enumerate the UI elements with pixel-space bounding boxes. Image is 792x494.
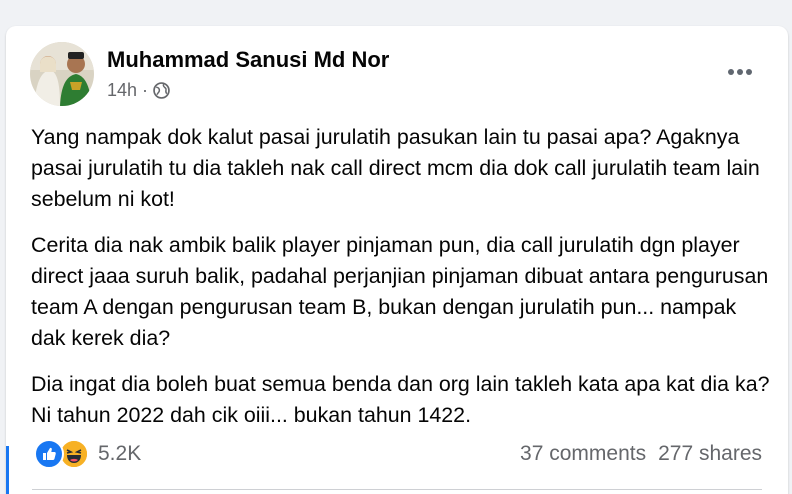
post-time[interactable]: 14h [107,80,137,101]
reaction-summary[interactable]: 5.2K [34,439,141,469]
divider [32,489,762,490]
post-meta: 14h · [107,80,170,100]
post-paragraph: Yang nampak dok kalut pasai jurulatih pa… [31,125,760,211]
more-dot-icon [737,69,743,75]
more-dot-icon [746,69,752,75]
more-dot-icon [728,69,734,75]
author-name[interactable]: Muhammad Sanusi Md Nor [107,47,389,73]
post-paragraph: Cerita dia nak ambik balik player pinjam… [31,233,769,350]
engagement-stats: 37 comments 277 shares [520,442,762,466]
focus-accent-bar [6,446,9,494]
like-icon [34,439,64,469]
post-paragraph: Dia ingat dia boleh buat semua benda dan… [31,372,770,427]
reaction-count: 5.2K [98,442,142,465]
post-card: Muhammad Sanusi Md Nor 14h · Yang nampak… [6,26,788,494]
avatar[interactable] [30,42,94,106]
comments-count-link[interactable]: 37 comments [520,442,646,466]
post-body: Yang nampak dok kalut pasai jurulatih pa… [31,122,776,446]
more-options-button[interactable] [722,62,758,82]
shares-count-link[interactable]: 277 shares [658,442,762,466]
meta-separator: · [142,79,149,100]
globe-icon[interactable] [153,81,170,99]
